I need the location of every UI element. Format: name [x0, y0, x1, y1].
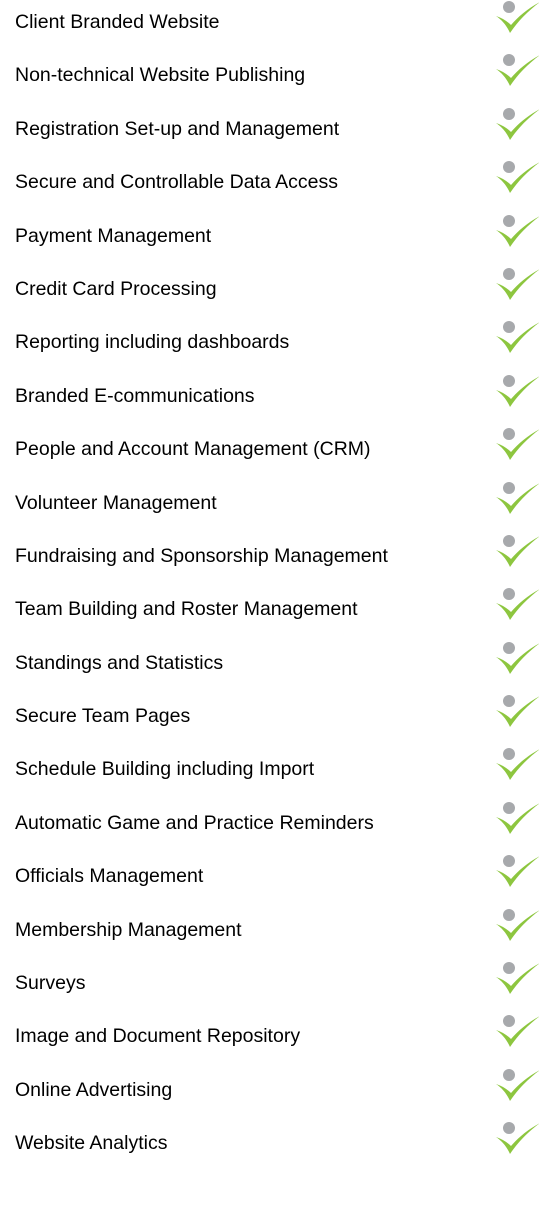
- feature-label: Fundraising and Sponsorship Management: [15, 544, 388, 567]
- feature-row: Surveys: [0, 961, 539, 1014]
- feature-row: Non-technical Website Publishing: [0, 53, 539, 106]
- check-icon: [496, 267, 539, 300]
- feature-label: Client Branded Website: [15, 11, 220, 33]
- check-icon: [496, 695, 539, 728]
- check-icon: [496, 534, 539, 567]
- check-icon: [496, 748, 539, 781]
- feature-row: Fundraising and Sponsorship Management: [0, 534, 539, 587]
- feature-row: Website Analytics: [0, 1121, 539, 1174]
- feature-row: Online Advertising: [0, 1068, 539, 1121]
- feature-label: Team Building and Roster Management: [15, 598, 358, 621]
- feature-label: Secure and Controllable Data Access: [15, 171, 339, 194]
- check-icon: [496, 908, 539, 941]
- feature-row: Officials Management: [0, 854, 539, 907]
- check-icon: [496, 1122, 539, 1155]
- check-icon: [496, 1015, 539, 1048]
- check-icon: [496, 107, 539, 140]
- feature-row: Schedule Building including Import: [0, 747, 539, 800]
- feature-row: Credit Card Processing: [0, 267, 539, 320]
- feature-label: Surveys: [15, 972, 86, 995]
- feature-row: Secure and Controllable Data Access: [0, 160, 539, 213]
- check-icon: [496, 161, 539, 194]
- feature-row: People and Account Management (CRM): [0, 427, 539, 480]
- check-icon: [496, 962, 539, 995]
- feature-label: Credit Card Processing: [15, 277, 217, 300]
- feature-label: Branded E-communications: [15, 384, 255, 407]
- feature-row: Secure Team Pages: [0, 694, 539, 747]
- feature-list: Client Branded Website Non-technical Web…: [0, 0, 539, 1175]
- feature-label: Standings and Statistics: [15, 651, 224, 674]
- feature-label: Non-technical Website Publishing: [15, 64, 306, 87]
- feature-label: Website Analytics: [15, 1132, 168, 1155]
- feature-label: Membership Management: [15, 918, 242, 941]
- feature-row: Standings and Statistics: [0, 641, 539, 694]
- check-icon: [496, 801, 539, 834]
- feature-label: Volunteer Management: [15, 491, 217, 514]
- feature-row: Registration Set-up and Management: [0, 107, 539, 160]
- feature-row: Image and Document Repository: [0, 1014, 539, 1067]
- check-icon: [496, 428, 539, 461]
- feature-label: Reporting including dashboards: [15, 331, 290, 354]
- feature-label: Schedule Building including Import: [15, 758, 315, 781]
- feature-label: Online Advertising: [15, 1078, 173, 1101]
- feature-row: Branded E-communications: [0, 374, 539, 427]
- feature-row: Payment Management: [0, 214, 539, 267]
- check-icon: [496, 641, 539, 674]
- feature-row: Reporting including dashboards: [0, 320, 539, 373]
- feature-label: Payment Management: [15, 224, 212, 247]
- check-icon: [496, 1, 539, 33]
- check-icon: [496, 321, 539, 354]
- check-icon: [496, 855, 539, 888]
- check-icon: [496, 588, 539, 621]
- feature-label: Automatic Game and Practice Reminders: [15, 811, 374, 834]
- feature-label: Image and Document Repository: [15, 1025, 301, 1048]
- check-icon: [496, 374, 539, 407]
- check-icon: [496, 481, 539, 514]
- check-icon: [496, 214, 539, 247]
- feature-row: Automatic Game and Practice Reminders: [0, 801, 539, 854]
- feature-label: Officials Management: [15, 865, 204, 888]
- feature-label: Registration Set-up and Management: [15, 117, 340, 140]
- check-icon: [496, 54, 539, 87]
- feature-row: Team Building and Roster Management: [0, 587, 539, 640]
- feature-row: Membership Management: [0, 908, 539, 961]
- feature-row: Volunteer Management: [0, 481, 539, 534]
- feature-row: Client Branded Website: [0, 0, 539, 53]
- feature-label: Secure Team Pages: [15, 705, 191, 728]
- feature-label: People and Account Management (CRM): [15, 438, 371, 461]
- check-icon: [496, 1068, 539, 1101]
